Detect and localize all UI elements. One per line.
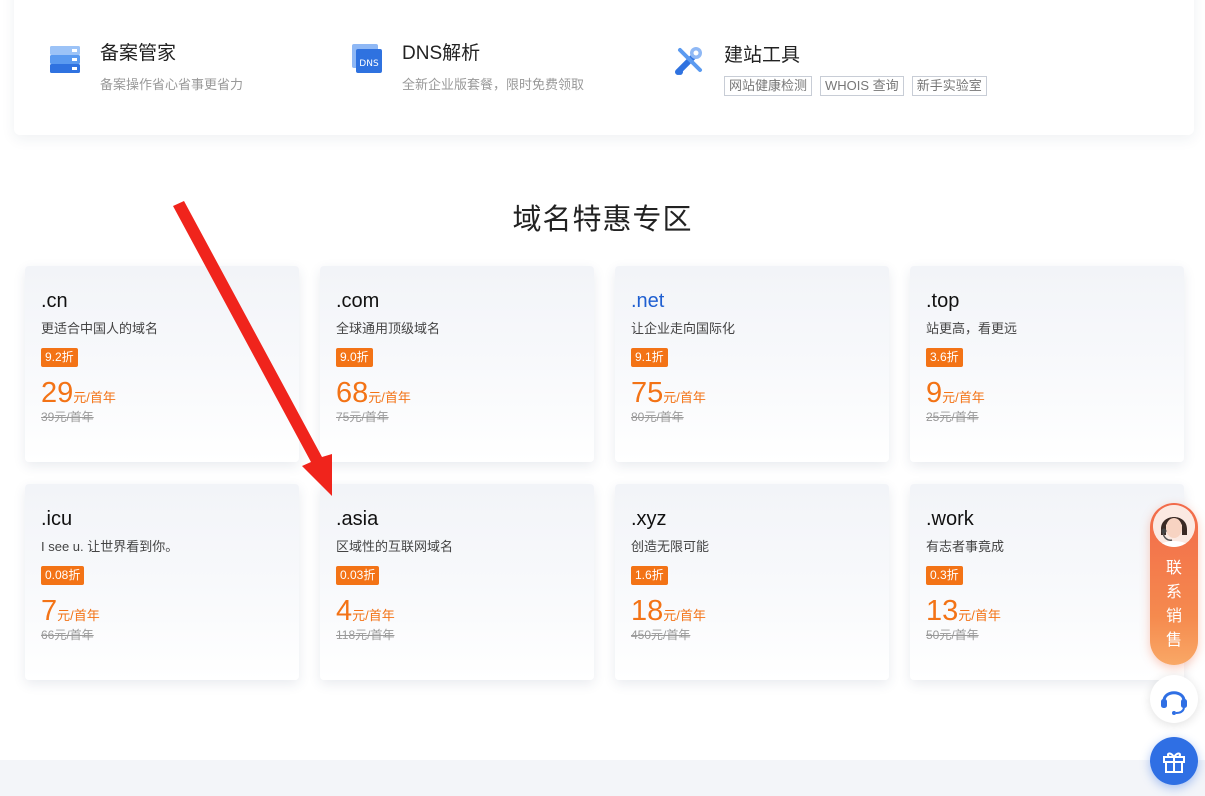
tag-lab[interactable]: 新手实验室 bbox=[911, 76, 987, 96]
headset-icon bbox=[1161, 691, 1187, 715]
domain-card-xyz[interactable]: .xyz 创造无限可能 1.6折 18元/首年 450元/首年 bbox=[615, 484, 889, 680]
price-unit: 元/首年 bbox=[368, 390, 411, 405]
original-price: 118元/首年 bbox=[336, 628, 395, 642]
domain-card-icu[interactable]: .icu I see u. 让世界看到你。 0.08折 7元/首年 66元/首年 bbox=[25, 484, 299, 680]
gift-icon bbox=[1163, 752, 1185, 773]
service-desc: 备案操作省心省事更省力 bbox=[100, 77, 244, 92]
card-price: 18 bbox=[631, 595, 664, 627]
card-desc: 有志者事竟成 bbox=[926, 539, 1005, 554]
card-price: 9 bbox=[926, 377, 943, 409]
card-tld: .work bbox=[926, 508, 974, 530]
price-unit: 元/首年 bbox=[663, 390, 706, 405]
card-tld: .icu bbox=[41, 508, 73, 530]
contact-char: 系 bbox=[1165, 584, 1182, 601]
price-row: 9元/首年 bbox=[926, 377, 1168, 409]
price-unit: 元/首年 bbox=[57, 608, 100, 623]
contact-label: 联 系 销 售 bbox=[1150, 557, 1198, 653]
card-price: 75 bbox=[631, 377, 664, 409]
price-unit: 元/首年 bbox=[663, 608, 706, 623]
tools-icon bbox=[672, 44, 706, 78]
service-title: 备案管家 bbox=[100, 43, 177, 64]
card-desc: 让企业走向国际化 bbox=[631, 321, 736, 336]
original-price: 25元/首年 bbox=[926, 410, 979, 424]
card-tld: .top bbox=[926, 290, 960, 312]
price-row: 75元/首年 bbox=[631, 377, 873, 409]
card-price: 7 bbox=[41, 595, 58, 627]
card-price: 29 bbox=[41, 377, 74, 409]
price-row: 29元/首年 bbox=[41, 377, 283, 409]
contact-char: 售 bbox=[1165, 632, 1182, 649]
service-desc: 全新企业版套餐，限时免费领取 bbox=[402, 77, 585, 92]
price-unit: 元/首年 bbox=[352, 608, 395, 623]
domain-card-asia[interactable]: .asia 区域性的互联网域名 0.03折 4元/首年 118元/首年 bbox=[320, 484, 594, 680]
discount-badge: 9.0折 bbox=[336, 348, 373, 367]
price-row: 18元/首年 bbox=[631, 595, 873, 627]
price-row: 68元/首年 bbox=[336, 377, 578, 409]
card-tld: .asia bbox=[336, 508, 379, 530]
service-title: DNS解析 bbox=[402, 43, 481, 64]
service-tags: 网站健康检测 WHOIS 查询 新手实验室 bbox=[724, 76, 987, 96]
card-tld: .xyz bbox=[631, 508, 667, 530]
contact-char: 销 bbox=[1165, 608, 1182, 625]
card-price: 13 bbox=[926, 595, 959, 627]
discount-badge: 3.6折 bbox=[926, 348, 963, 367]
original-price: 450元/首年 bbox=[631, 628, 691, 642]
footer-band bbox=[0, 760, 1205, 796]
card-desc: 创造无限可能 bbox=[631, 539, 710, 554]
customer-support-button[interactable] bbox=[1150, 675, 1198, 723]
card-desc: 区域性的互联网域名 bbox=[336, 539, 454, 554]
discount-badge: 9.1折 bbox=[631, 348, 668, 367]
price-unit: 元/首年 bbox=[958, 608, 1001, 623]
discount-badge: 0.3折 bbox=[926, 566, 963, 585]
tag-whois[interactable]: WHOIS 查询 bbox=[820, 76, 904, 96]
domain-card-net[interactable]: .net 让企业走向国际化 9.1折 75元/首年 80元/首年 bbox=[615, 266, 889, 462]
section-title: 域名特惠专区 bbox=[512, 204, 693, 236]
price-row: 7元/首年 bbox=[41, 595, 283, 627]
card-tld: .net bbox=[631, 290, 665, 312]
contact-char: 联 bbox=[1165, 560, 1182, 577]
discount-badge: 1.6折 bbox=[631, 566, 668, 585]
domain-card-cn[interactable]: .cn 更适合中国人的域名 9.2折 29元/首年 39元/首年 bbox=[25, 266, 299, 462]
contact-sales-button[interactable]: 联 系 销 售 bbox=[1150, 503, 1198, 665]
service-dns[interactable]: DNS DNS解析 全新企业版套餐，限时免费领取 bbox=[350, 42, 584, 93]
card-desc: 站更高，看更远 bbox=[926, 321, 1018, 336]
card-price: 4 bbox=[336, 595, 353, 627]
card-desc: 更适合中国人的域名 bbox=[41, 321, 159, 336]
discount-badge: 0.03折 bbox=[336, 566, 380, 585]
card-price: 68 bbox=[336, 377, 369, 409]
discount-badge: 9.2折 bbox=[41, 348, 78, 367]
card-tld: .com bbox=[336, 290, 380, 312]
discount-badge: 0.08折 bbox=[41, 566, 85, 585]
price-row: 4元/首年 bbox=[336, 595, 578, 627]
service-title: 建站工具 bbox=[724, 45, 801, 66]
domain-card-com[interactable]: .com 全球通用顶级域名 9.0折 68元/首年 75元/首年 bbox=[320, 266, 594, 462]
domain-card-work[interactable]: .work 有志者事竟成 0.3折 13元/首年 50元/首年 bbox=[910, 484, 1184, 680]
domain-card-top[interactable]: .top 站更高，看更远 3.6折 9元/首年 25元/首年 bbox=[910, 266, 1184, 462]
original-price: 80元/首年 bbox=[631, 410, 684, 424]
sales-avatar bbox=[1153, 505, 1195, 547]
dns-icon: DNS bbox=[350, 42, 384, 76]
card-desc: I see u. 让世界看到你。 bbox=[41, 539, 179, 554]
service-site-tools[interactable]: 建站工具 网站健康检测 WHOIS 查询 新手实验室 bbox=[672, 44, 987, 96]
gift-button[interactable] bbox=[1150, 737, 1198, 785]
tag-site-health[interactable]: 网站健康检测 bbox=[724, 76, 813, 96]
price-unit: 元/首年 bbox=[73, 390, 116, 405]
card-desc: 全球通用顶级域名 bbox=[336, 321, 441, 336]
original-price: 75元/首年 bbox=[336, 410, 389, 424]
server-stack-icon bbox=[48, 42, 82, 76]
card-tld: .cn bbox=[41, 290, 68, 312]
original-price: 39元/首年 bbox=[41, 410, 94, 424]
price-unit: 元/首年 bbox=[942, 390, 985, 405]
original-price: 50元/首年 bbox=[926, 628, 979, 642]
original-price: 66元/首年 bbox=[41, 628, 94, 642]
price-row: 13元/首年 bbox=[926, 595, 1168, 627]
svg-text:DNS: DNS bbox=[359, 59, 379, 69]
service-beian[interactable]: 备案管家 备案操作省心省事更省力 bbox=[48, 42, 243, 93]
